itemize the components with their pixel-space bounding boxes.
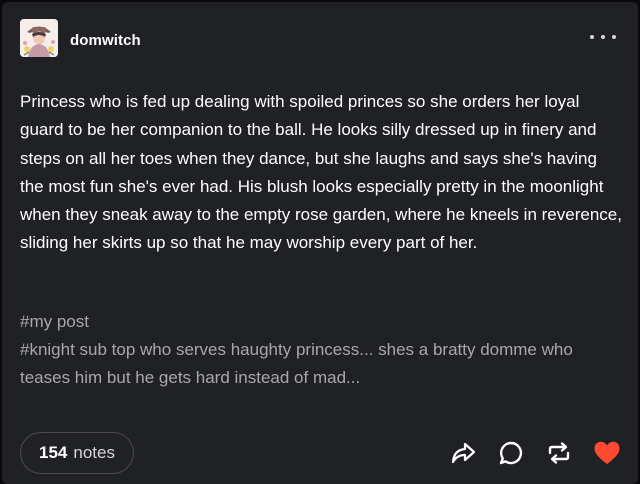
avatar[interactable] (20, 19, 58, 57)
like-heart-icon[interactable] (592, 438, 622, 468)
reblog-icon[interactable] (544, 438, 574, 468)
avatar-cowboy-illustration (20, 19, 58, 57)
dot (590, 35, 594, 39)
dot (601, 35, 605, 39)
notes-button[interactable]: 154 notes (20, 432, 134, 474)
username[interactable]: domwitch (70, 32, 141, 49)
post-tags: #my post #knight sub top who serves haug… (20, 308, 624, 392)
tag-link[interactable]: #knight sub top who serves haughty princ… (20, 336, 624, 392)
share-icon[interactable] (448, 438, 478, 468)
post-header: domwitch (2, 2, 638, 80)
tag-link[interactable]: #my post (20, 308, 624, 336)
post-footer: 154 notes (2, 430, 638, 478)
notes-label: notes (73, 443, 115, 462)
more-options-icon[interactable] (590, 28, 616, 46)
post-card: domwitch Princess who is fed up dealing … (2, 2, 638, 484)
notes-count: 154 (39, 443, 68, 462)
reply-icon[interactable] (496, 438, 526, 468)
post-body: Princess who is fed up dealing with spoi… (20, 92, 622, 253)
dot (612, 35, 616, 39)
post-actions (430, 438, 622, 468)
